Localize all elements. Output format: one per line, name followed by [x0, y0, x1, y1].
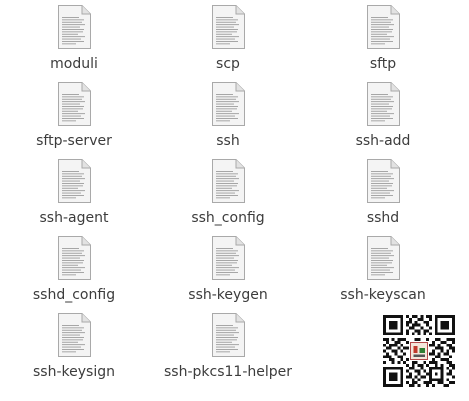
- file-item-sftp-server[interactable]: sftp-server: [4, 81, 144, 155]
- text-document-icon: [209, 312, 247, 358]
- file-label: ssh-keygen: [188, 287, 268, 303]
- file-label: sshd_config: [32, 287, 116, 303]
- file-item-ssh-keygen[interactable]: ssh-keygen: [158, 235, 298, 309]
- file-label: ssh-pkcs11-helper: [164, 364, 292, 380]
- file-label: ssh-keyscan: [340, 287, 426, 303]
- text-document-icon: [209, 158, 247, 204]
- file-item-ssh-keyscan[interactable]: ssh-keyscan: [313, 235, 453, 309]
- text-document-icon: [209, 4, 247, 50]
- file-label: ssh-keysign: [33, 364, 115, 380]
- file-item-sshd-config[interactable]: sshd_config: [4, 235, 144, 309]
- text-document-icon: [209, 235, 247, 281]
- file-item-ssh-config[interactable]: ssh_config: [158, 158, 298, 232]
- text-document-icon: [55, 158, 93, 204]
- text-document-icon: [209, 81, 247, 127]
- file-item-ssh-add[interactable]: ssh-add: [313, 81, 453, 155]
- file-item-ssh[interactable]: ssh: [158, 81, 298, 155]
- file-label: moduli: [50, 56, 98, 72]
- text-document-icon: [364, 235, 402, 281]
- text-document-icon: [364, 158, 402, 204]
- text-document-icon: [55, 4, 93, 50]
- file-item-ssh-agent[interactable]: ssh-agent: [4, 158, 144, 232]
- file-item-scp[interactable]: scp: [158, 4, 298, 78]
- qr-code-icon: [383, 315, 455, 387]
- file-item-ssh-pkcs11-helper[interactable]: ssh-pkcs11-helper: [158, 312, 298, 386]
- text-document-icon: [55, 81, 93, 127]
- text-document-icon: [364, 4, 402, 50]
- file-label: sshd: [366, 210, 400, 226]
- file-label: ssh-add: [355, 133, 411, 149]
- file-item-sshd[interactable]: sshd: [313, 158, 453, 232]
- file-label: ssh: [216, 133, 240, 149]
- text-document-icon: [364, 81, 402, 127]
- file-label: sftp-server: [36, 133, 112, 149]
- file-item-ssh-keysign[interactable]: ssh-keysign: [4, 312, 144, 386]
- file-item-sftp[interactable]: sftp: [313, 4, 453, 78]
- file-label: sftp: [369, 56, 397, 72]
- file-label: ssh-agent: [39, 210, 109, 226]
- text-document-icon: [55, 312, 93, 358]
- file-label: scp: [216, 56, 240, 72]
- text-document-icon: [55, 235, 93, 281]
- file-label: ssh_config: [191, 210, 265, 226]
- file-item-moduli[interactable]: moduli: [4, 4, 144, 78]
